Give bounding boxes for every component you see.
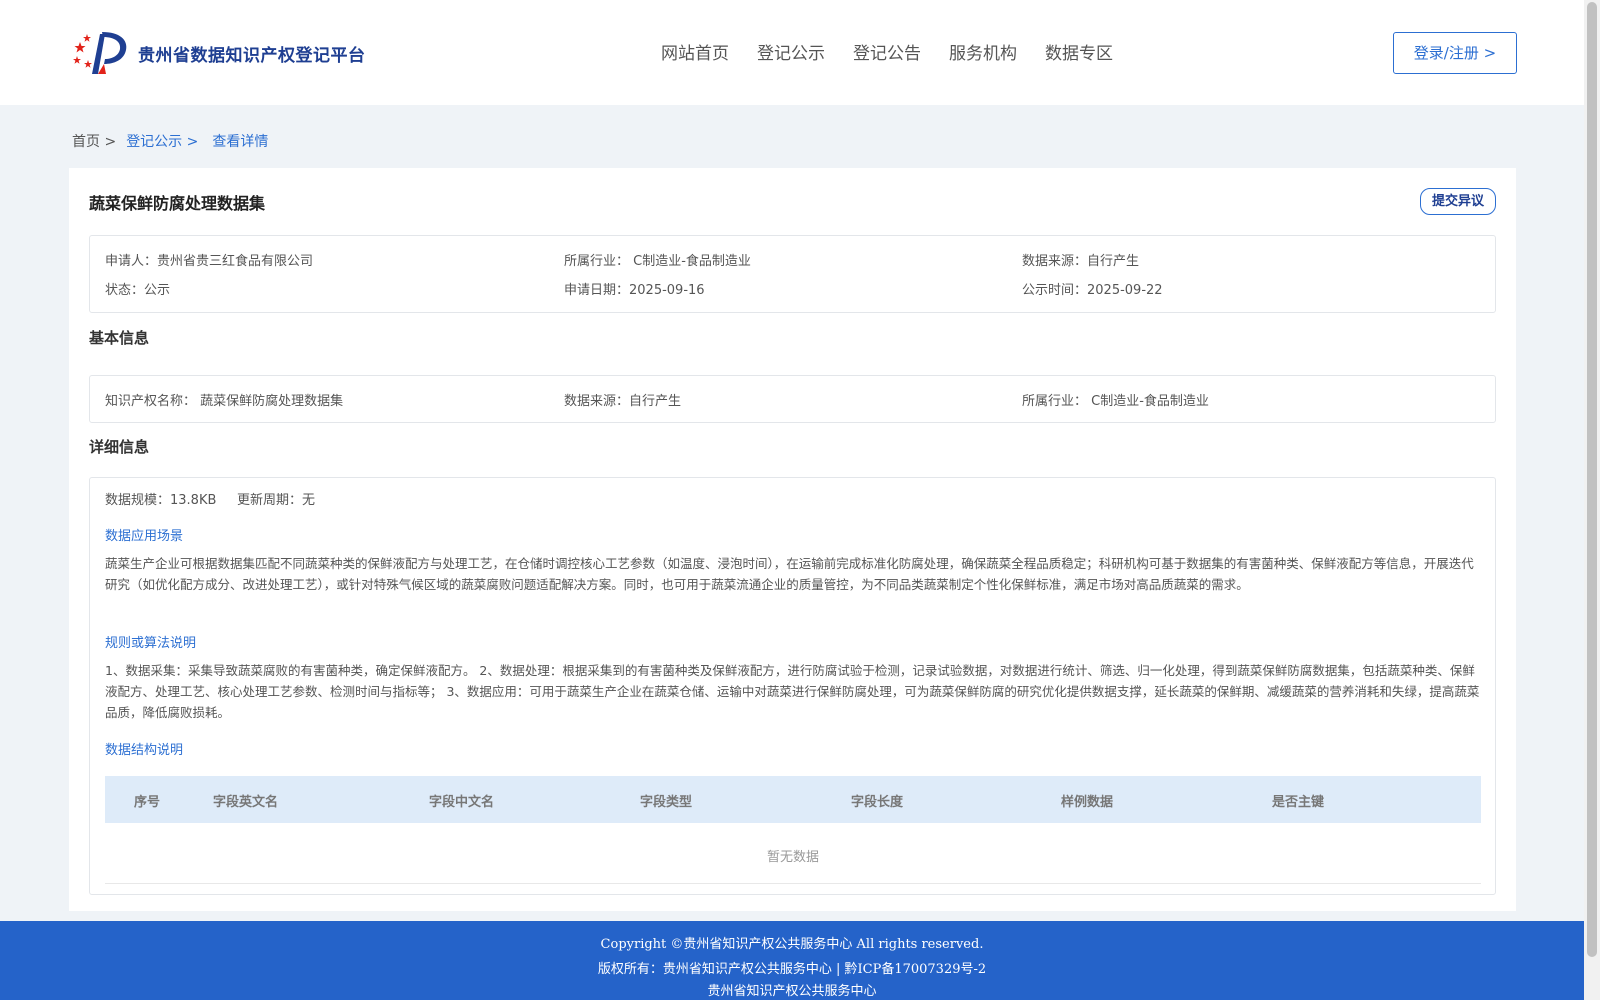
- site-header: 贵州省数据知识产权登记平台 网站首页 登记公示 登记公告 服务机构 数据专区 登…: [0, 0, 1584, 105]
- ip-name-field: 知识产权名称： 蔬菜保鲜防腐处理数据集: [105, 394, 344, 409]
- detail-info-box: 数据规模：13.8KB 更新周期：无 数据应用场景 蔬菜生产企业可根据数据集匹配…: [89, 477, 1496, 895]
- scenario-heading: 数据应用场景: [105, 529, 184, 544]
- nav-service-agencies[interactable]: 服务机构: [949, 39, 1017, 64]
- table-header-cell: 字段英文名: [213, 795, 279, 810]
- breadcrumb: 首页 > 登记公示 > 查看详情: [72, 131, 268, 151]
- summary-box: 申请人：贵州省贵三红食品有限公司 所属行业： C制造业-食品制造业 数据来源：自…: [89, 235, 1496, 313]
- logo-emblem-icon: [72, 28, 130, 78]
- basic-industry-field: 所属行业： C制造业-食品制造业: [1022, 394, 1209, 409]
- table-header-cell: 字段长度: [851, 795, 904, 810]
- scenario-text: 蔬菜生产企业可根据数据集匹配不同蔬菜种类的保鲜液配方与处理工艺，在仓储时调控核心…: [105, 556, 1474, 592]
- table-divider: [105, 883, 1481, 884]
- rules-heading: 规则或算法说明: [105, 636, 197, 651]
- table-header-cell: 字段类型: [640, 795, 693, 810]
- table-header-row: 序号 字段英文名 字段中文名 字段类型 字段长度 样例数据 是否主键: [105, 776, 1481, 823]
- breadcrumb-section[interactable]: 登记公示 >: [126, 131, 198, 151]
- submit-objection-button[interactable]: 提交异议: [1420, 188, 1496, 215]
- source-field: 数据来源：自行产生: [1022, 254, 1140, 269]
- status-field: 状态：公示: [105, 283, 171, 298]
- main-nav: 网站首页 登记公示 登记公告 服务机构 数据专区: [661, 39, 1141, 64]
- rules-text: 1、数据采集：采集导致蔬菜腐败的有害菌种类，确定保鲜液配方。 2、数据处理：根据…: [105, 663, 1480, 720]
- basic-info-box: 知识产权名称： 蔬菜保鲜防腐处理数据集 数据来源：自行产生 所属行业： C制造业…: [89, 375, 1496, 423]
- site-logo[interactable]: 贵州省数据知识产权登记平台: [72, 28, 366, 78]
- table-header-cell: 序号: [134, 795, 161, 810]
- detail-card: 蔬菜保鲜防腐处理数据集 提交异议 申请人：贵州省贵三红食品有限公司 所属行业： …: [69, 168, 1516, 911]
- industry-field: 所属行业： C制造业-食品制造业: [564, 254, 751, 269]
- nav-registration-publicity[interactable]: 登记公示: [757, 39, 825, 64]
- site-footer: Copyright ©贵州省知识产权公共服务中心 All rights rese…: [0, 921, 1584, 1000]
- basic-info-title: 基本信息: [89, 329, 150, 347]
- page-title: 蔬菜保鲜防腐处理数据集: [89, 194, 266, 213]
- detail-info-title: 详细信息: [89, 438, 150, 456]
- breadcrumb-home[interactable]: 首页 >: [72, 131, 116, 151]
- data-scale-field: 数据规模：13.8KB: [105, 493, 217, 508]
- footer-org: 贵州省知识产权公共服务中心: [707, 984, 877, 999]
- page-scrollbar[interactable]: [1584, 0, 1600, 1000]
- footer-copyright: Copyright ©贵州省知识产权公共服务中心 All rights rese…: [600, 937, 984, 952]
- nav-registration-announcement[interactable]: 登记公告: [853, 39, 921, 64]
- update-cycle-field: 更新周期：无: [237, 493, 316, 508]
- publish-date-field: 公示时间：2025-09-22: [1022, 283, 1163, 298]
- table-header-cell: 样例数据: [1061, 795, 1114, 810]
- applicant-field: 申请人：贵州省贵三红食品有限公司: [105, 254, 314, 269]
- site-name: 贵州省数据知识产权登记平台: [138, 45, 366, 66]
- login-register-button[interactable]: 登录/注册 >: [1393, 32, 1517, 74]
- scrollbar-thumb[interactable]: [1587, 2, 1597, 957]
- table-empty-text: 暂无数据: [766, 850, 819, 865]
- structure-heading: 数据结构说明: [105, 743, 184, 758]
- table-header-cell: 是否主键: [1272, 795, 1325, 810]
- nav-home[interactable]: 网站首页: [661, 39, 729, 64]
- nav-data-zone[interactable]: 数据专区: [1045, 39, 1113, 64]
- footer-rights: 版权所有：贵州省知识产权公共服务中心 | 黔ICP备17007329号-2: [597, 962, 987, 977]
- apply-date-field: 申请日期：2025-09-16: [564, 283, 705, 298]
- data-structure-table: 序号 字段英文名 字段中文名 字段类型 字段长度 样例数据 是否主键 暂无数据: [105, 776, 1481, 884]
- table-header-cell: 字段中文名: [429, 795, 495, 810]
- breadcrumb-current: 查看详情: [212, 134, 269, 150]
- basic-source-field: 数据来源：自行产生: [564, 394, 682, 409]
